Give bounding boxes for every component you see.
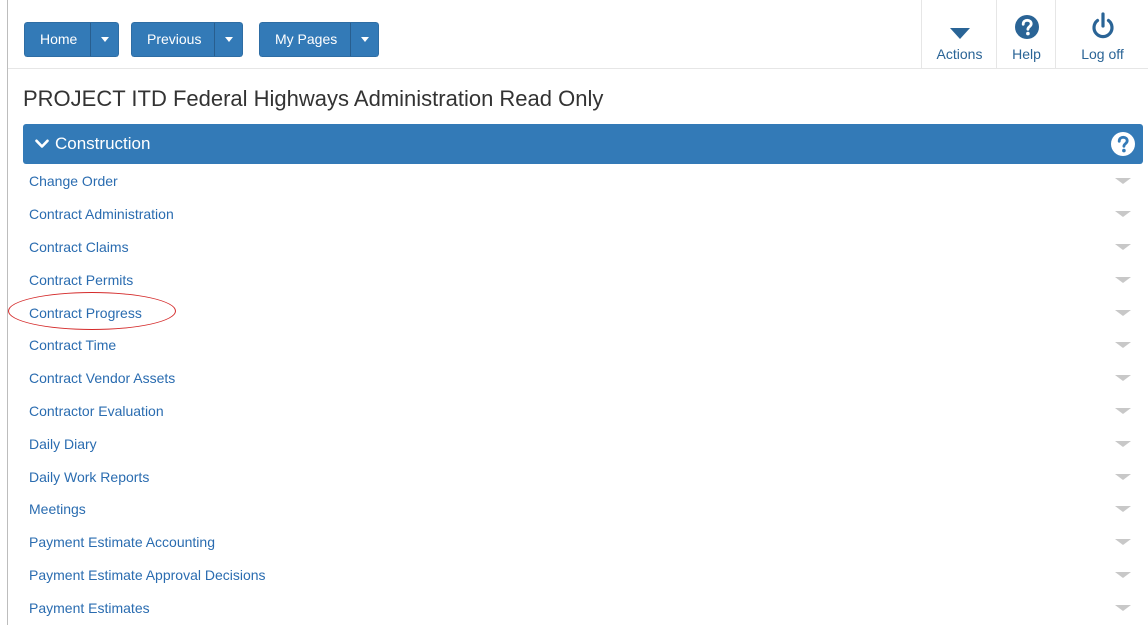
payment-estimates-link[interactable]: Payment Estimates: [29, 600, 150, 616]
row-dropdown-icon[interactable]: [1115, 473, 1131, 480]
help-icon: [1014, 0, 1040, 40]
list-item: Payment Estimates: [23, 591, 1143, 624]
previous-dropdown-toggle[interactable]: [214, 22, 244, 57]
row-dropdown-icon[interactable]: [1115, 604, 1131, 611]
home-dropdown-toggle[interactable]: [90, 22, 120, 57]
chevron-down-icon: [35, 139, 49, 149]
caret-down-icon: [224, 37, 233, 42]
help-button[interactable]: Help: [996, 0, 1056, 68]
previous-button[interactable]: Previous: [131, 22, 215, 57]
payment-estimate-accounting-link[interactable]: Payment Estimate Accounting: [29, 534, 215, 550]
row-dropdown-icon[interactable]: [1115, 571, 1131, 578]
list-item: Payment Estimate Accounting: [23, 526, 1143, 559]
row-dropdown-icon[interactable]: [1115, 440, 1131, 447]
list-item: Contract Time: [23, 329, 1143, 362]
actions-button[interactable]: Actions: [921, 0, 997, 68]
help-label: Help: [1012, 46, 1041, 62]
row-dropdown-icon[interactable]: [1115, 243, 1131, 250]
row-dropdown-icon[interactable]: [1115, 506, 1131, 513]
power-icon: [1091, 0, 1115, 40]
section-title: Construction: [55, 134, 151, 153]
row-dropdown-icon[interactable]: [1115, 276, 1131, 283]
section-help-icon[interactable]: [1110, 131, 1136, 162]
list-item: Contractor Evaluation: [23, 395, 1143, 428]
contract-claims-link[interactable]: Contract Claims: [29, 239, 129, 255]
my-pages-button-group: My Pages: [259, 22, 380, 57]
construction-item-list: Change Order Contract Administration Con…: [23, 165, 1143, 624]
row-dropdown-icon[interactable]: [1115, 178, 1131, 185]
daily-diary-link[interactable]: Daily Diary: [29, 436, 97, 452]
top-toolbar: Home Previous My Pages Actions Help Log …: [8, 0, 1148, 69]
row-dropdown-icon[interactable]: [1115, 342, 1131, 349]
caret-down-icon: [100, 37, 109, 42]
list-item: Contract Vendor Assets: [23, 362, 1143, 395]
actions-caret-icon: [949, 0, 971, 40]
home-button-group: Home: [24, 22, 120, 57]
list-item: Meetings: [23, 493, 1143, 526]
my-pages-dropdown-toggle[interactable]: [350, 22, 380, 57]
list-item: Contract Progress: [23, 296, 1143, 329]
log-off-label: Log off: [1081, 46, 1124, 62]
list-item: Contract Administration: [23, 198, 1143, 231]
row-dropdown-icon[interactable]: [1115, 407, 1131, 414]
list-item: Contract Claims: [23, 231, 1143, 264]
payment-estimate-approval-decisions-link[interactable]: Payment Estimate Approval Decisions: [29, 567, 266, 583]
previous-button-group: Previous: [131, 22, 244, 57]
contract-vendor-assets-link[interactable]: Contract Vendor Assets: [29, 370, 175, 386]
meetings-link[interactable]: Meetings: [29, 501, 86, 517]
list-item: Contract Permits: [23, 263, 1143, 296]
daily-work-reports-link[interactable]: Daily Work Reports: [29, 469, 149, 485]
change-order-link[interactable]: Change Order: [29, 173, 118, 189]
caret-down-icon: [360, 37, 369, 42]
list-item: Change Order: [23, 165, 1143, 198]
left-border-divider: [7, 0, 8, 625]
construction-section-header[interactable]: Construction: [23, 124, 1143, 164]
list-item: Daily Work Reports: [23, 460, 1143, 493]
contractor-evaluation-link[interactable]: Contractor Evaluation: [29, 403, 164, 419]
log-off-button[interactable]: Log off: [1055, 0, 1148, 68]
row-dropdown-icon[interactable]: [1115, 211, 1131, 218]
contract-time-link[interactable]: Contract Time: [29, 337, 116, 353]
list-item: Daily Diary: [23, 427, 1143, 460]
my-pages-button[interactable]: My Pages: [259, 22, 351, 57]
page-title: PROJECT ITD Federal Highways Administrat…: [23, 86, 604, 111]
contract-permits-link[interactable]: Contract Permits: [29, 272, 133, 288]
row-dropdown-icon[interactable]: [1115, 309, 1131, 316]
actions-label: Actions: [936, 46, 983, 62]
contract-administration-link[interactable]: Contract Administration: [29, 206, 174, 222]
home-button[interactable]: Home: [24, 22, 91, 57]
contract-progress-link[interactable]: Contract Progress: [29, 305, 142, 321]
row-dropdown-icon[interactable]: [1115, 375, 1131, 382]
row-dropdown-icon[interactable]: [1115, 539, 1131, 546]
list-item: Payment Estimate Approval Decisions: [23, 559, 1143, 592]
page: Home Previous My Pages Actions Help Log …: [0, 0, 1148, 625]
